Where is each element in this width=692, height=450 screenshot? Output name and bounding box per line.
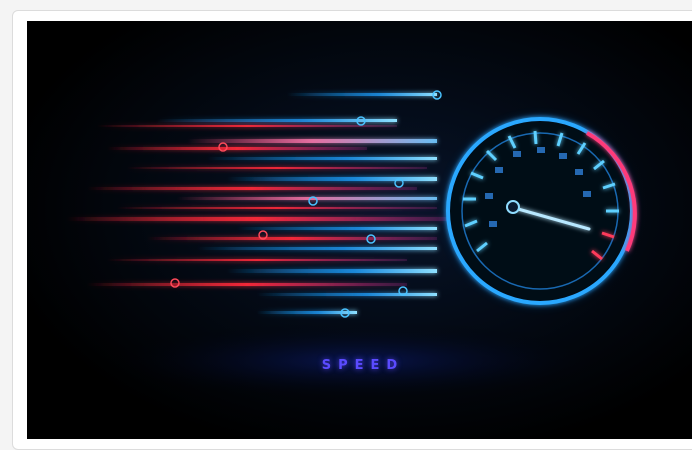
- speedometer: [446, 117, 637, 305]
- speed-artwork: [27, 21, 692, 439]
- speed-illustration: SPEED: [27, 21, 692, 439]
- speed-caption: SPEED: [321, 358, 405, 373]
